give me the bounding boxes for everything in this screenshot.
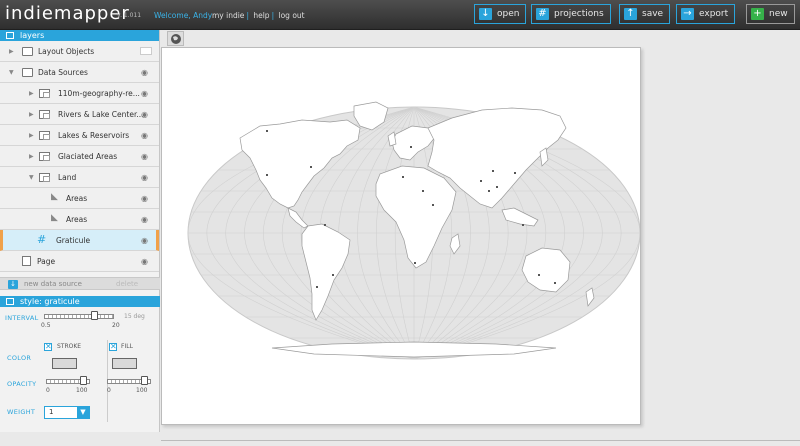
folder-icon: [22, 47, 33, 56]
world-map: [187, 101, 640, 360]
slider-thumb[interactable]: [80, 376, 87, 385]
color-label: COLOR: [7, 354, 32, 362]
interval-label: INTERVAL: [5, 314, 39, 322]
layer-areas-1[interactable]: ◣ Areas ◉: [0, 188, 159, 209]
top-nav: my indie | help | log out: [212, 11, 305, 20]
stroke-checkbox[interactable]: ✕: [44, 343, 52, 351]
logout-link[interactable]: log out: [279, 11, 305, 20]
globe-tool-button[interactable]: [167, 31, 184, 46]
slider-thumb[interactable]: [91, 311, 98, 320]
layer-110m-geography[interactable]: ▶ 110m-geography-re... ◉: [0, 83, 159, 104]
eye-icon[interactable]: ◉: [141, 209, 148, 230]
projections-button[interactable]: # projections: [531, 4, 611, 24]
style-panel: style: graticule INTERVAL 15 deg 0.5 20 …: [0, 296, 160, 422]
opacity-min: 0: [46, 387, 50, 394]
opacity-label: OPACITY: [7, 380, 37, 388]
stroke-label: STROKE: [57, 343, 82, 350]
area-layer-icon: ◣: [51, 213, 58, 223]
interval-slider[interactable]: [44, 311, 114, 320]
export-icon: →: [681, 8, 694, 20]
eye-icon[interactable]: ◉: [141, 83, 148, 104]
opacity-min: 0: [107, 387, 111, 394]
data-layer-icon: [39, 152, 50, 161]
expand-arrow-icon[interactable]: ▶: [29, 125, 34, 146]
delete-button[interactable]: delete: [116, 278, 138, 291]
eye-icon[interactable]: ◉: [141, 125, 148, 146]
eye-icon[interactable]: ◉: [141, 146, 148, 167]
collapse-arrow-icon[interactable]: ▼: [29, 167, 34, 188]
layer-page[interactable]: Page ◉: [0, 251, 159, 272]
layer-lakes[interactable]: ▶ Lakes & Reservoirs ◉: [0, 125, 159, 146]
upload-icon: ↑: [624, 8, 637, 20]
data-layer-icon: [39, 131, 50, 140]
layer-land[interactable]: ▼ Land ◉: [0, 167, 159, 188]
weight-select[interactable]: 1 ▼: [44, 406, 90, 419]
chevron-down-icon[interactable]: ▼: [77, 407, 89, 418]
new-button[interactable]: + new: [746, 4, 795, 24]
slider-thumb[interactable]: [141, 376, 148, 385]
globe-icon: [171, 34, 181, 44]
save-button[interactable]: ↑ save: [619, 4, 671, 24]
data-layer-icon: [39, 110, 50, 119]
stroke-opacity-slider[interactable]: [46, 376, 90, 385]
layer-glaciated[interactable]: ▶ Glaciated Areas ◉: [0, 146, 159, 167]
folder-icon: [22, 68, 33, 77]
layer-graticule[interactable]: # Graticule ◉: [0, 230, 159, 251]
fill-color-swatch[interactable]: [112, 358, 137, 369]
open-button[interactable]: ↓ open: [474, 4, 527, 24]
top-bar: indiemapper v. 1.011 Welcome, Andy my in…: [0, 0, 800, 30]
collapse-arrow-icon[interactable]: ▼: [9, 62, 14, 83]
layers-icon: [6, 32, 14, 39]
grid-icon: #: [536, 8, 549, 20]
interval-max: 20: [112, 322, 120, 329]
eye-icon[interactable]: ◉: [141, 230, 148, 251]
layer-rivers[interactable]: ▶ Rivers & Lake Center... ◉: [0, 104, 159, 125]
expand-arrow-icon[interactable]: ▶: [29, 104, 34, 125]
help-link[interactable]: help: [253, 11, 269, 20]
fill-checkbox[interactable]: ✕: [109, 343, 117, 351]
style-header: style: graticule: [0, 296, 160, 307]
eye-icon[interactable]: ◉: [141, 104, 148, 125]
page-icon: [22, 256, 31, 266]
data-layer-icon: [39, 89, 50, 98]
new-data-source-button[interactable]: new data source: [24, 278, 82, 291]
eye-icon[interactable]: ◉: [141, 251, 148, 272]
expand-arrow-icon[interactable]: ▶: [29, 146, 34, 167]
app-version: v. 1.011: [117, 12, 142, 19]
fill-label: FILL: [121, 343, 133, 350]
interval-min: 0.5: [41, 322, 51, 329]
data-layer-icon: [39, 173, 50, 182]
plus-icon: +: [751, 8, 764, 20]
opacity-max: 100: [136, 387, 148, 394]
layers-header: layers: [0, 30, 159, 41]
bottom-divider: [161, 440, 800, 441]
layer-areas-2[interactable]: ◣ Areas ◉: [0, 209, 159, 230]
map-canvas[interactable]: [161, 47, 641, 425]
app-logo: indiemapper: [5, 3, 130, 24]
layer-data-sources[interactable]: ▼ Data Sources ◉: [0, 62, 159, 83]
my-indie-link[interactable]: my indie: [212, 11, 244, 20]
visibility-toggle[interactable]: [140, 47, 152, 55]
area-layer-icon: ◣: [51, 192, 58, 202]
left-panel: layers ▶ Layout Objects ▼ Data Sources ◉…: [0, 30, 160, 432]
interval-value: 15 deg: [124, 313, 145, 320]
expand-arrow-icon[interactable]: ▶: [9, 41, 14, 62]
weight-label: WEIGHT: [7, 408, 36, 416]
add-data-source-icon[interactable]: ↓: [8, 280, 18, 289]
welcome-text: Welcome, Andy: [154, 11, 213, 20]
eye-icon[interactable]: ◉: [141, 167, 148, 188]
graticule-icon: #: [37, 233, 47, 246]
export-button[interactable]: → export: [676, 4, 736, 24]
layer-layout-objects[interactable]: ▶ Layout Objects: [0, 41, 159, 62]
data-source-bar: ↓ new data source delete: [0, 277, 160, 290]
fill-opacity-slider[interactable]: [107, 376, 151, 385]
graticule-icon: [6, 298, 14, 305]
opacity-max: 100: [76, 387, 88, 394]
download-icon: ↓: [479, 8, 492, 20]
stroke-color-swatch[interactable]: [52, 358, 77, 369]
expand-arrow-icon[interactable]: ▶: [29, 83, 34, 104]
eye-icon[interactable]: ◉: [141, 62, 148, 83]
eye-icon[interactable]: ◉: [141, 188, 148, 209]
